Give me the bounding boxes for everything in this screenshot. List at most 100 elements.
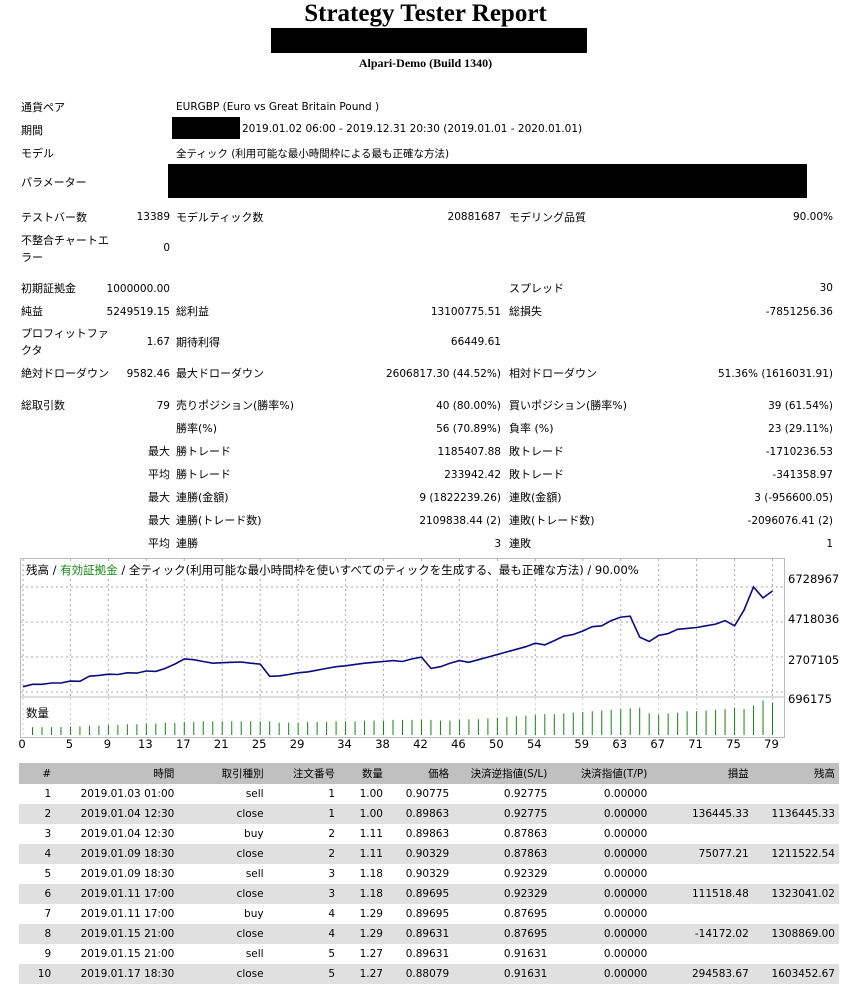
avg-loss-value: -341358.97 <box>772 469 833 481</box>
avg-consec-wins-label: 連勝 <box>176 537 198 550</box>
profit-factor-label-line2: クタ <box>21 344 43 357</box>
table-cell: 0.89695 <box>386 884 454 904</box>
trades-table: # 時間 取引種別 注文番号 数量 価格 決済逆指値(S/L) 決済指値(T/P) 損益 残高 1… <box>19 763 839 984</box>
mismatch-value: 0 <box>163 242 170 254</box>
abs-drawdown-label: 絶対ドローダウン <box>21 367 109 380</box>
table-cell: 2019.01.17 18:30 <box>55 964 179 984</box>
table-cell: -14172.02 <box>651 924 753 944</box>
table-cell: 9 <box>44 948 52 960</box>
column-header: 決済逆指値(S/L) <box>453 763 552 784</box>
table-cell: 4 <box>19 844 56 864</box>
table-row: 1 2019.01.03 01:00 sell 1 1.00 0.90775 0.92775… <box>19 784 839 804</box>
max-consec-wins-label: 連勝(金額) <box>176 491 229 504</box>
table-cell <box>753 864 839 884</box>
gross-profit-value: 13100775.51 <box>430 306 501 318</box>
table-cell <box>651 784 752 804</box>
table-cell: 2019.01.15 21:00 <box>55 924 179 944</box>
x-tick-label: 29 <box>289 737 305 751</box>
short-positions-value: 40 (80.00%) <box>436 400 501 412</box>
net-profit-value: 5249519.15 <box>106 306 170 318</box>
table-cell: 3 <box>267 884 340 904</box>
ticks-label: モデルティック数 <box>176 211 264 224</box>
column-header: 時間 <box>55 763 179 784</box>
table-cell: 5 <box>328 948 336 960</box>
table-cell <box>651 864 752 884</box>
avg-label-2: 平均 <box>148 537 170 550</box>
legend-balance: 残高 <box>26 563 49 577</box>
table-cell: 0.92775 <box>453 804 552 824</box>
column-header: 注文番号 <box>267 763 340 784</box>
y-tick-label: 6728967 <box>788 572 840 586</box>
table-cell: 1.29 <box>339 924 387 944</box>
avg-consec-wins-value: 3 <box>494 538 501 550</box>
table-cell: 0.90329 <box>386 844 454 864</box>
table-cell: buy <box>244 828 264 840</box>
table-cell: 5 <box>267 964 340 984</box>
table-cell: 6 <box>19 884 56 904</box>
table-cell: 0.00000 <box>551 804 652 824</box>
table-row: 10 2019.01.17 18:30 close 5 1.27 0.88079 0.916… <box>19 964 839 984</box>
table-cell: 2019.01.11 17:00 <box>80 908 175 920</box>
loss-rate-label: 負率 (%) <box>509 422 554 435</box>
x-tick-label: 54 <box>526 737 542 751</box>
profit-factor-value: 1.67 <box>146 336 170 348</box>
table-cell: 1211522.54 <box>752 844 839 864</box>
table-cell: 4 <box>328 908 336 920</box>
table-row: 5 2019.01.09 18:30 sell 3 1.18 0.90329 0.92329… <box>19 864 839 884</box>
table-cell: 10 <box>19 964 56 984</box>
redacted-account <box>271 28 587 53</box>
avg-win-label: 勝トレード <box>176 468 231 481</box>
quality-value: 90.00% <box>792 211 833 223</box>
total-trades-label: 総取引数 <box>21 399 65 412</box>
table-cell: 0.00000 <box>551 924 652 944</box>
table-cell: 0.92329 <box>453 884 552 904</box>
column-header: # <box>19 763 56 784</box>
legend-rest: / 全ティック(利用可能な最小時間枠を使いすべてのティックを生成する、最も正確な… <box>117 563 639 577</box>
expected-payoff-value: 66449.61 <box>450 336 501 348</box>
table-cell: 1 <box>44 788 52 800</box>
x-tick-label: 0 <box>18 737 26 751</box>
x-tick-label: 46 <box>451 737 466 751</box>
period-value: 2019.01.02 06:00 - 2019.12.31 20:30 (201… <box>242 123 583 135</box>
table-cell: 0.89631 <box>405 948 450 960</box>
max-win-label: 勝トレード <box>176 445 231 458</box>
x-tick-label: 5 <box>65 737 74 751</box>
x-tick-label: 79 <box>764 737 779 751</box>
max-consec-losses-label: 連敗(金額) <box>509 491 562 504</box>
table-cell: 0.87863 <box>503 828 548 840</box>
table-cell: 0.89863 <box>405 828 450 840</box>
win-rate-value: 56 (70.89%) <box>436 423 501 435</box>
table-cell: 0.00000 <box>551 844 652 864</box>
x-tick-label: 50 <box>489 737 504 751</box>
table-cell: 1.27 <box>359 948 383 960</box>
table-row: 8 2019.01.15 21:00 close 4 1.29 0.89631 0.8769… <box>19 924 839 944</box>
table-cell: 1323041.02 <box>752 884 839 904</box>
x-tick-label: 67 <box>650 737 665 751</box>
table-cell: close <box>178 804 268 824</box>
table-cell: 0.00000 <box>603 828 648 840</box>
table-cell: 8 <box>19 924 56 944</box>
column-header: 価格 <box>386 763 454 784</box>
table-cell: 136445.33 <box>651 804 753 824</box>
table-cell: close <box>178 844 268 864</box>
max-label-2: 最大 <box>148 491 170 504</box>
table-cell: 0.90775 <box>405 788 450 800</box>
period-label: 期間 <box>21 124 43 137</box>
table-cell: 2019.01.15 21:00 <box>80 948 175 960</box>
max-loss-value: -1710236.53 <box>765 446 833 458</box>
server-name: Alpari-Demo (Build 1340) <box>358 56 493 70</box>
table-cell: 1.11 <box>339 844 387 864</box>
abs-drawdown-value: 9582.46 <box>126 368 170 380</box>
table-cell: 3 <box>44 828 52 840</box>
max-loss-label: 敗トレード <box>509 445 564 458</box>
report-title: Strategy Tester Report <box>304 0 547 27</box>
spread-label: スプレッド <box>509 282 564 295</box>
x-tick-label: 63 <box>612 737 628 751</box>
table-cell: 1.27 <box>339 964 387 984</box>
table-header-row: # 時間 取引種別 注文番号 数量 価格 決済逆指値(S/L) 決済指値(T/P) 損益 残高 <box>19 763 839 784</box>
table-cell: close <box>178 884 268 904</box>
max-consec-losses-trades-value: -2096076.41 (2) <box>747 515 833 527</box>
table-cell <box>651 904 752 924</box>
table-cell: 0.87695 <box>453 924 552 944</box>
table-cell: 2 <box>267 844 340 864</box>
